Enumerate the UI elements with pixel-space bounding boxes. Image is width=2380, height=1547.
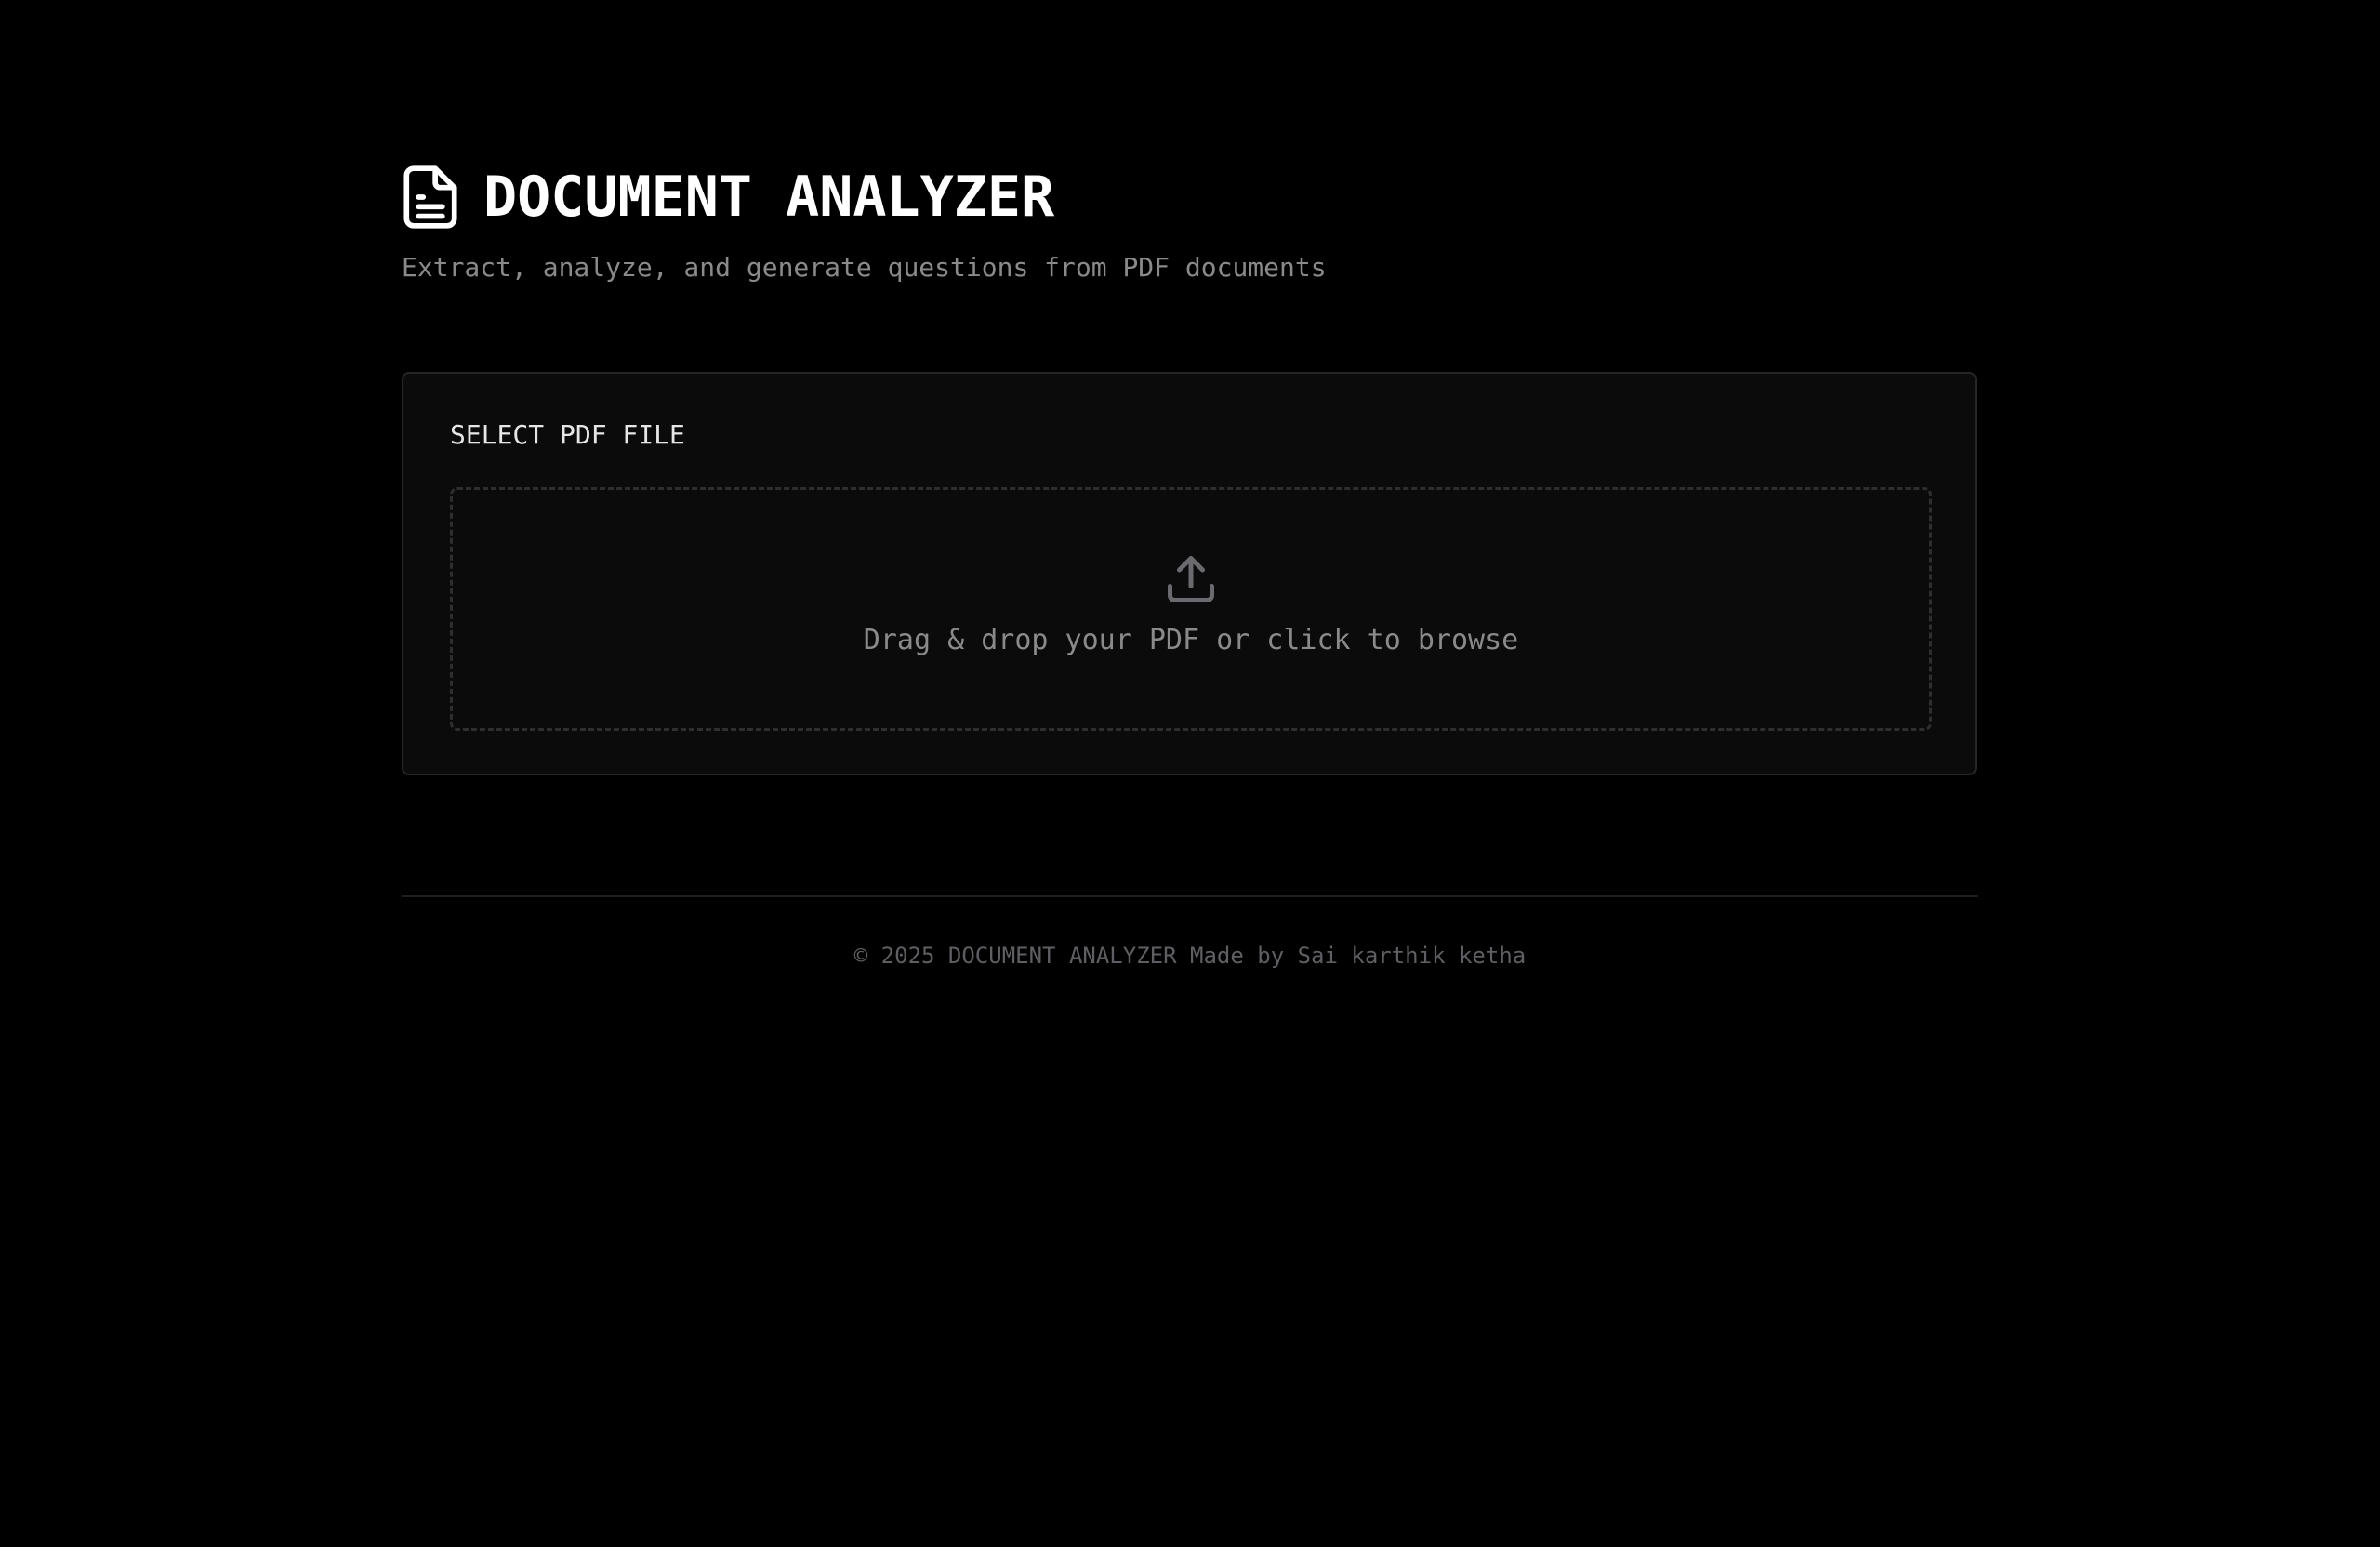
title-row: DOCUMENT ANALYZER: [402, 162, 1978, 232]
page-subtitle: Extract, analyze, and generate questions…: [402, 252, 1327, 283]
select-pdf-label: SELECT PDF FILE: [450, 419, 685, 450]
upload-icon: [1163, 551, 1219, 607]
header: DOCUMENT ANALYZER Extract, analyze, and …: [402, 162, 1978, 284]
page: DOCUMENT ANALYZER Extract, analyze, and …: [0, 0, 2380, 1547]
pdf-dropzone[interactable]: Drag & drop your PDF or click to browse: [450, 487, 1932, 731]
file-text-icon: [402, 162, 461, 232]
upload-card: SELECT PDF FILE Drag & drop your PDF or …: [402, 372, 1977, 775]
page-title: DOCUMENT ANALYZER: [483, 165, 1055, 230]
footer-divider: [402, 895, 1978, 897]
dropzone-text: Drag & drop your PDF or click to browse: [863, 624, 1519, 656]
footer-text: © 2025 DOCUMENT ANALYZER Made by Sai kar…: [853, 943, 1527, 969]
